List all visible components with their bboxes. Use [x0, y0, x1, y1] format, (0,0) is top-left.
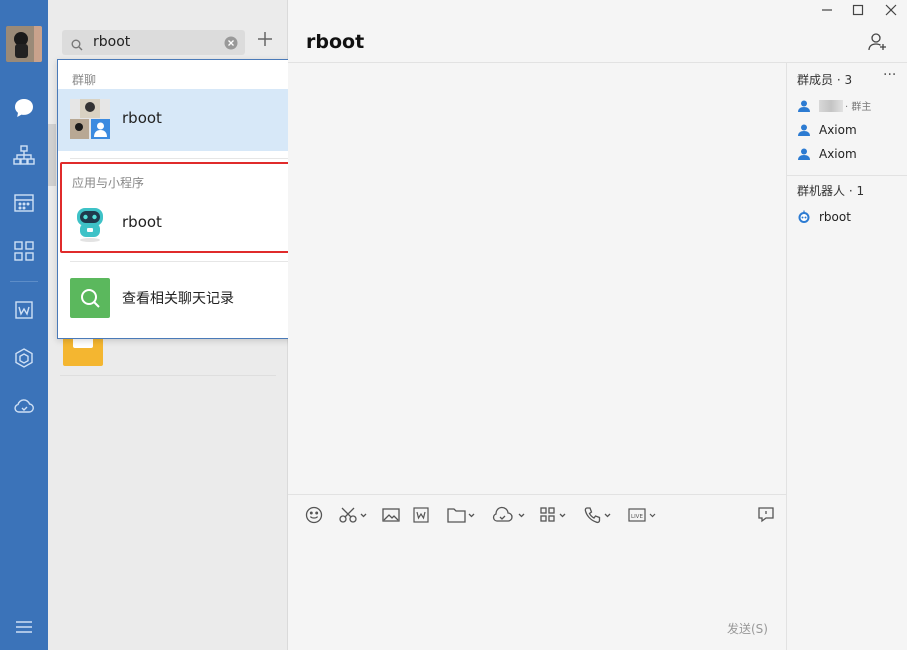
- user-avatar[interactable]: [6, 26, 42, 62]
- bot-row[interactable]: rboot: [797, 210, 851, 224]
- cloud-icon[interactable]: [12, 394, 36, 418]
- bots-title: 群机器人 · 1: [797, 184, 865, 198]
- left-rail: [0, 0, 48, 650]
- message-history-icon[interactable]: [757, 505, 775, 525]
- emoji-icon[interactable]: [305, 505, 323, 525]
- group-avatar: [70, 99, 110, 139]
- bot-name: rboot: [819, 210, 851, 224]
- send-button[interactable]: 发送(S): [727, 620, 768, 637]
- member-row-owner[interactable]: · 群主: [797, 98, 871, 113]
- member-name: Axiom: [819, 147, 857, 161]
- more-icon[interactable]: ···: [883, 67, 896, 83]
- add-member-icon[interactable]: [868, 32, 888, 56]
- org-icon[interactable]: [12, 143, 36, 167]
- group-result-label: rboot: [122, 109, 162, 127]
- word-doc-icon[interactable]: [413, 505, 429, 525]
- input-divider: [288, 494, 786, 495]
- search-input[interactable]: rboot: [62, 30, 245, 55]
- members-title: 群成员 · 3: [797, 73, 853, 87]
- rail-divider: [10, 281, 38, 282]
- input-toolbar: LIVE: [305, 505, 775, 525]
- search-history-label: 查看相关聊天记录: [122, 291, 234, 307]
- search-icon: [71, 36, 83, 55]
- group-section-title: 群聊: [72, 73, 97, 87]
- owner-tag: · 群主: [845, 102, 872, 113]
- apps-icon[interactable]: [12, 239, 36, 263]
- annotation-highlight-box: [60, 162, 317, 253]
- close-icon[interactable]: [883, 4, 899, 20]
- apps-toolbar-icon[interactable]: [540, 505, 570, 525]
- chat-title: rboot: [306, 31, 365, 53]
- add-button[interactable]: [254, 30, 276, 54]
- dropdown-divider: [70, 261, 325, 262]
- search-query[interactable]: rboot: [93, 34, 130, 50]
- menu-icon[interactable]: [12, 615, 36, 639]
- svg-text:LIVE: LIVE: [631, 514, 643, 520]
- bot-icon: [797, 210, 811, 224]
- app-window: rboot 群聊 rboot 应用与小程序 rboot 查看相关聊天记录 rbo…: [0, 0, 907, 650]
- doc-icon[interactable]: [12, 298, 36, 322]
- cloud-upload-icon[interactable]: [492, 505, 528, 525]
- image-icon[interactable]: [382, 505, 400, 525]
- chat-icon[interactable]: [12, 96, 36, 120]
- search-history-icon: [70, 278, 110, 318]
- phone-icon[interactable]: [584, 505, 614, 525]
- members-divider: [787, 175, 907, 176]
- blurred-name: [819, 99, 843, 112]
- member-name: Axiom: [819, 123, 857, 137]
- clear-search-icon[interactable]: [224, 35, 238, 54]
- member-icon: [797, 123, 811, 137]
- selected-row-marker: [48, 124, 56, 186]
- maximize-icon[interactable]: [850, 4, 866, 20]
- calendar-icon[interactable]: [12, 191, 36, 215]
- folder-icon[interactable]: [447, 505, 477, 525]
- members-panel: 群成员 · 3 ··· · 群主 Axiom Axiom 群机器人 · 1 rb…: [786, 63, 907, 650]
- dropdown-divider: [70, 158, 325, 159]
- live-icon[interactable]: LIVE: [628, 505, 660, 525]
- member-icon: [797, 147, 811, 161]
- member-row[interactable]: Axiom: [797, 123, 857, 137]
- member-icon: [797, 99, 811, 113]
- member-row[interactable]: Axiom: [797, 147, 857, 161]
- screenshot-icon[interactable]: [339, 505, 369, 525]
- minimize-icon[interactable]: [819, 4, 835, 20]
- workbench-icon[interactable]: [12, 346, 36, 370]
